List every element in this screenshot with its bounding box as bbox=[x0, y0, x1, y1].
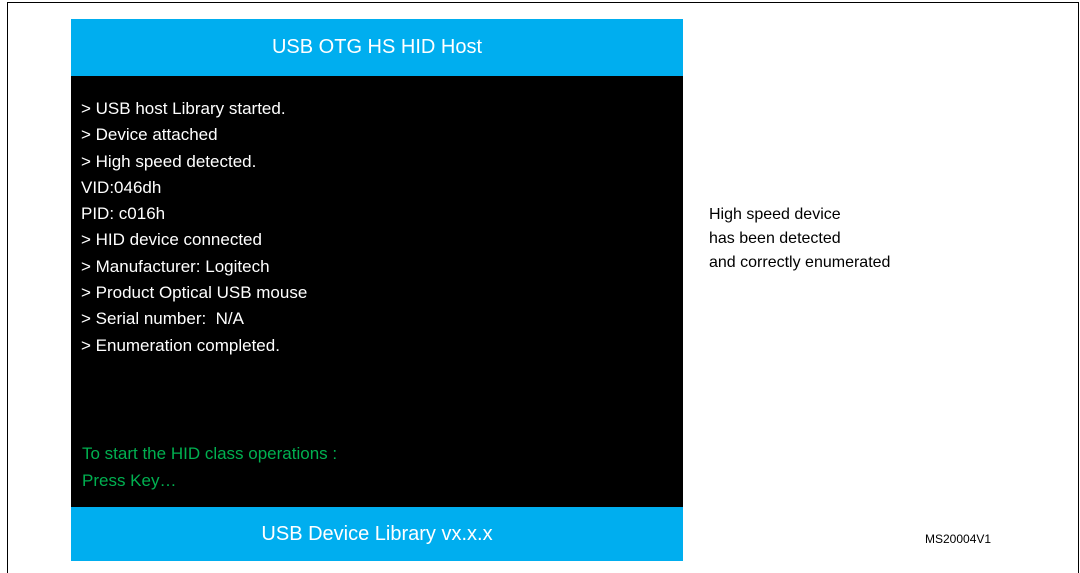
log-line: VID:046dh bbox=[81, 177, 162, 197]
annotation-line: has been detected bbox=[709, 230, 841, 247]
log-line: > USB host Library started. bbox=[81, 99, 286, 118]
log-line: > Product Optical USB mouse bbox=[81, 283, 308, 303]
prompt-line: Press Key… bbox=[82, 470, 177, 490]
screen-header: USB OTG HS HID Host bbox=[71, 19, 683, 76]
log-line: > High speed detected. bbox=[81, 151, 257, 171]
log-line: > Enumeration completed. bbox=[81, 335, 280, 355]
log-console: > USB host Library started. > Device att… bbox=[81, 96, 307, 359]
lcd-screen: USB OTG HS HID Host > USB host Library s… bbox=[71, 19, 683, 561]
figure-id: MS20004V1 bbox=[925, 532, 992, 546]
screen-footer: USB Device Library vx.x.x bbox=[71, 507, 683, 561]
log-line: > Serial number: N/A bbox=[81, 309, 244, 329]
log-line: > Manufacturer: Logitech bbox=[81, 256, 270, 276]
log-line: > Device attached bbox=[81, 125, 218, 145]
annotation-line: and correctly enumerated bbox=[709, 254, 891, 271]
user-prompt: To start the HID class operations : Pres… bbox=[82, 441, 337, 494]
log-line: PID: c016h bbox=[81, 204, 166, 224]
log-line: > HID device connected bbox=[81, 230, 262, 250]
prompt-line: To start the HID class operations : bbox=[82, 444, 338, 463]
annotation-text: High speed device has been detected and … bbox=[709, 203, 890, 275]
annotation-line: High speed device bbox=[709, 206, 841, 223]
